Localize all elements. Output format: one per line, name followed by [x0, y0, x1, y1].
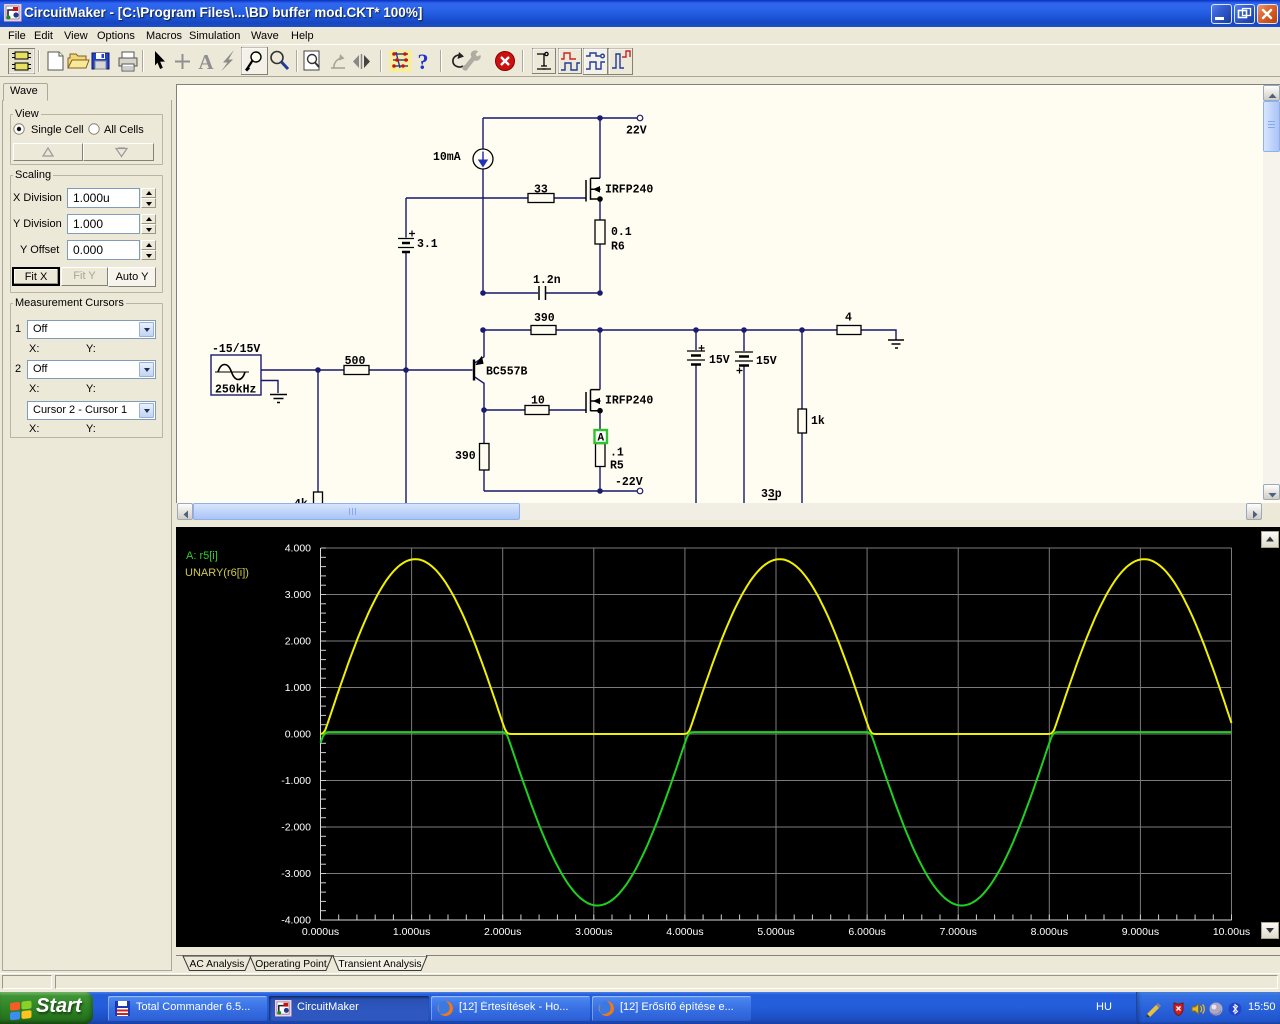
svg-text:4.000: 4.000: [285, 543, 311, 555]
svg-text:-15/15V: -15/15V: [212, 343, 260, 356]
svg-text:A: r5[i]: A: r5[i]: [186, 550, 218, 562]
svg-text:500: 500: [345, 355, 366, 368]
svg-text:390: 390: [534, 312, 555, 325]
svg-text:9.000us: 9.000us: [1122, 926, 1159, 938]
svg-text:IRFP240: IRFP240: [605, 395, 653, 408]
svg-text:Transient Analysis: Transient Analysis: [338, 959, 421, 970]
svg-text:7.000us: 7.000us: [940, 926, 977, 938]
svg-text:AC Analysis: AC Analysis: [190, 959, 245, 970]
svg-text:6.000us: 6.000us: [848, 926, 885, 938]
svg-text:UNARY(r6[i]): UNARY(r6[i]): [185, 567, 249, 579]
svg-text:0.000: 0.000: [285, 729, 311, 741]
svg-text:0.1: 0.1: [611, 226, 632, 239]
svg-text:4: 4: [845, 312, 852, 325]
svg-text:15V: 15V: [709, 354, 730, 367]
svg-text:R6: R6: [611, 241, 625, 254]
svg-text:-4.000: -4.000: [281, 915, 311, 927]
svg-text:10.00us: 10.00us: [1213, 926, 1250, 938]
svg-text:BC557B: BC557B: [486, 366, 528, 379]
svg-text:3.1: 3.1: [417, 238, 438, 251]
svg-text:5.000us: 5.000us: [757, 926, 794, 938]
svg-text:-3.000: -3.000: [281, 868, 311, 880]
svg-text:3.000: 3.000: [285, 589, 311, 601]
svg-text:4.000us: 4.000us: [666, 926, 703, 938]
svg-text:22V: 22V: [626, 125, 647, 138]
svg-text:33: 33: [534, 184, 548, 197]
svg-text:10: 10: [531, 395, 545, 408]
svg-text:A: A: [198, 50, 214, 74]
svg-text:1k: 1k: [811, 415, 825, 428]
svg-text:1.000us: 1.000us: [393, 926, 430, 938]
svg-text:15V: 15V: [756, 355, 777, 368]
svg-text:-1.000: -1.000: [281, 775, 311, 787]
svg-text:250kHz: 250kHz: [215, 384, 257, 397]
svg-text:1.2n: 1.2n: [533, 274, 561, 287]
svg-text:-2.000: -2.000: [281, 822, 311, 834]
svg-text:390: 390: [455, 450, 476, 463]
svg-text:?: ?: [418, 49, 429, 74]
svg-text:8.000us: 8.000us: [1031, 926, 1068, 938]
svg-text:A: A: [598, 433, 605, 445]
svg-text:2.000: 2.000: [285, 636, 311, 648]
svg-text:IRFP240: IRFP240: [605, 184, 653, 197]
svg-text:1.000: 1.000: [285, 682, 311, 694]
svg-text:-22V: -22V: [615, 476, 643, 489]
svg-text:.1: .1: [610, 447, 624, 460]
svg-text:0.000us: 0.000us: [302, 926, 339, 938]
svg-text:3.000us: 3.000us: [575, 926, 612, 938]
svg-text:10mA: 10mA: [433, 151, 461, 164]
svg-text:R5: R5: [610, 460, 624, 473]
svg-text:Operating Point: Operating Point: [255, 959, 327, 970]
svg-text:2.000us: 2.000us: [484, 926, 521, 938]
